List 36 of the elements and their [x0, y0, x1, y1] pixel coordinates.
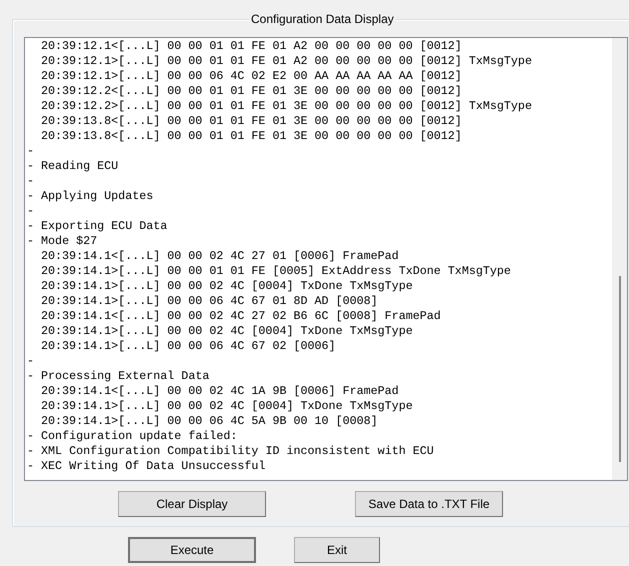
scrollbar-thumb[interactable] — [619, 276, 621, 462]
log-line: 20:39:14.1<[...L] 00 00 02 4C 27 02 B6 6C [0008] FramePad — [40, 309, 442, 324]
log-line: - — [27, 354, 36, 369]
log-line: - XML Configuration Compatibility ID inconsistent with ECU — [27, 444, 435, 459]
log-line: 20:39:14.1<[...L] 00 00 02 4C 1A 9B [0006] FramePad — [40, 384, 400, 399]
log-line: - Mode $27 — [27, 234, 98, 249]
log-line: - Processing External Data — [27, 369, 210, 384]
exit-button[interactable]: Exit — [294, 537, 380, 563]
log-line: 20:39:14.1>[...L] 00 00 01 01 FE [0005] ExtAddress TxDone TxMsgType — [40, 264, 512, 279]
log-line: 20:39:12.2<[...L] 00 00 01 01 FE 01 3E 00 00 00 00 00 [0012] — [40, 84, 463, 99]
log-line: - Configuration update failed: — [27, 429, 238, 444]
log-line: - Applying Updates — [27, 189, 154, 204]
log-line: - — [27, 144, 36, 159]
log-line: 20:39:12.1>[...L] 00 00 06 4C 02 E2 00 AA AA AA AA AA [0012] — [40, 69, 463, 84]
log-line: - Reading ECU — [27, 159, 120, 174]
log-line: 20:39:14.1>[...L] 00 00 06 4C 67 02 [0006] — [40, 339, 337, 354]
log-line: 20:39:13.8<[...L] 00 00 01 01 FE 01 3E 00 00 00 00 00 [0012] — [40, 129, 463, 144]
log-line: 20:39:13.8<[...L] 00 00 01 01 FE 01 3E 00 00 00 00 00 [0012] — [40, 114, 463, 129]
log-line: - — [27, 174, 36, 189]
log-line: - XEC Writing Of Data Unsuccessful — [27, 459, 266, 474]
log-line: 20:39:14.1>[...L] 00 00 02 4C [0004] TxDone TxMsgType — [40, 399, 414, 414]
log-line: 20:39:12.1>[...L] 00 00 01 01 FE 01 A2 00 00 00 00 00 [0012] TxMsgType — [40, 54, 533, 69]
log-line: 20:39:14.1>[...L] 00 00 06 4C 67 01 8D AD [0008] — [40, 294, 379, 309]
log-line: 20:39:14.1>[...L] 00 00 02 4C [0004] TxDone TxMsgType — [40, 324, 414, 339]
clear-display-button[interactable]: Clear Display — [118, 491, 266, 517]
log-line: 20:39:12.2>[...L] 00 00 01 01 FE 01 3E 00 00 00 00 00 [0012] TxMsgType — [40, 99, 533, 114]
execute-button[interactable]: Execute — [128, 537, 256, 563]
log-line: - — [27, 204, 36, 219]
save-data-button[interactable]: Save Data to .TXT File — [355, 491, 503, 517]
group-title: Configuration Data Display — [249, 12, 396, 26]
log-line: 20:39:14.1>[...L] 00 00 06 4C 5A 9B 00 10 [0008] — [40, 414, 379, 429]
log-line: 20:39:14.1<[...L] 00 00 02 4C 27 01 [0006] FramePad — [40, 249, 400, 264]
log-line: - Exporting ECU Data — [27, 219, 168, 234]
scrollbar[interactable] — [612, 38, 627, 480]
log-line: 20:39:14.1>[...L] 00 00 02 4C [0004] TxDone TxMsgType — [40, 279, 414, 294]
log-line: 20:39:12.1<[...L] 00 00 01 01 FE 01 A2 00 00 00 00 00 [0012] — [40, 39, 463, 54]
